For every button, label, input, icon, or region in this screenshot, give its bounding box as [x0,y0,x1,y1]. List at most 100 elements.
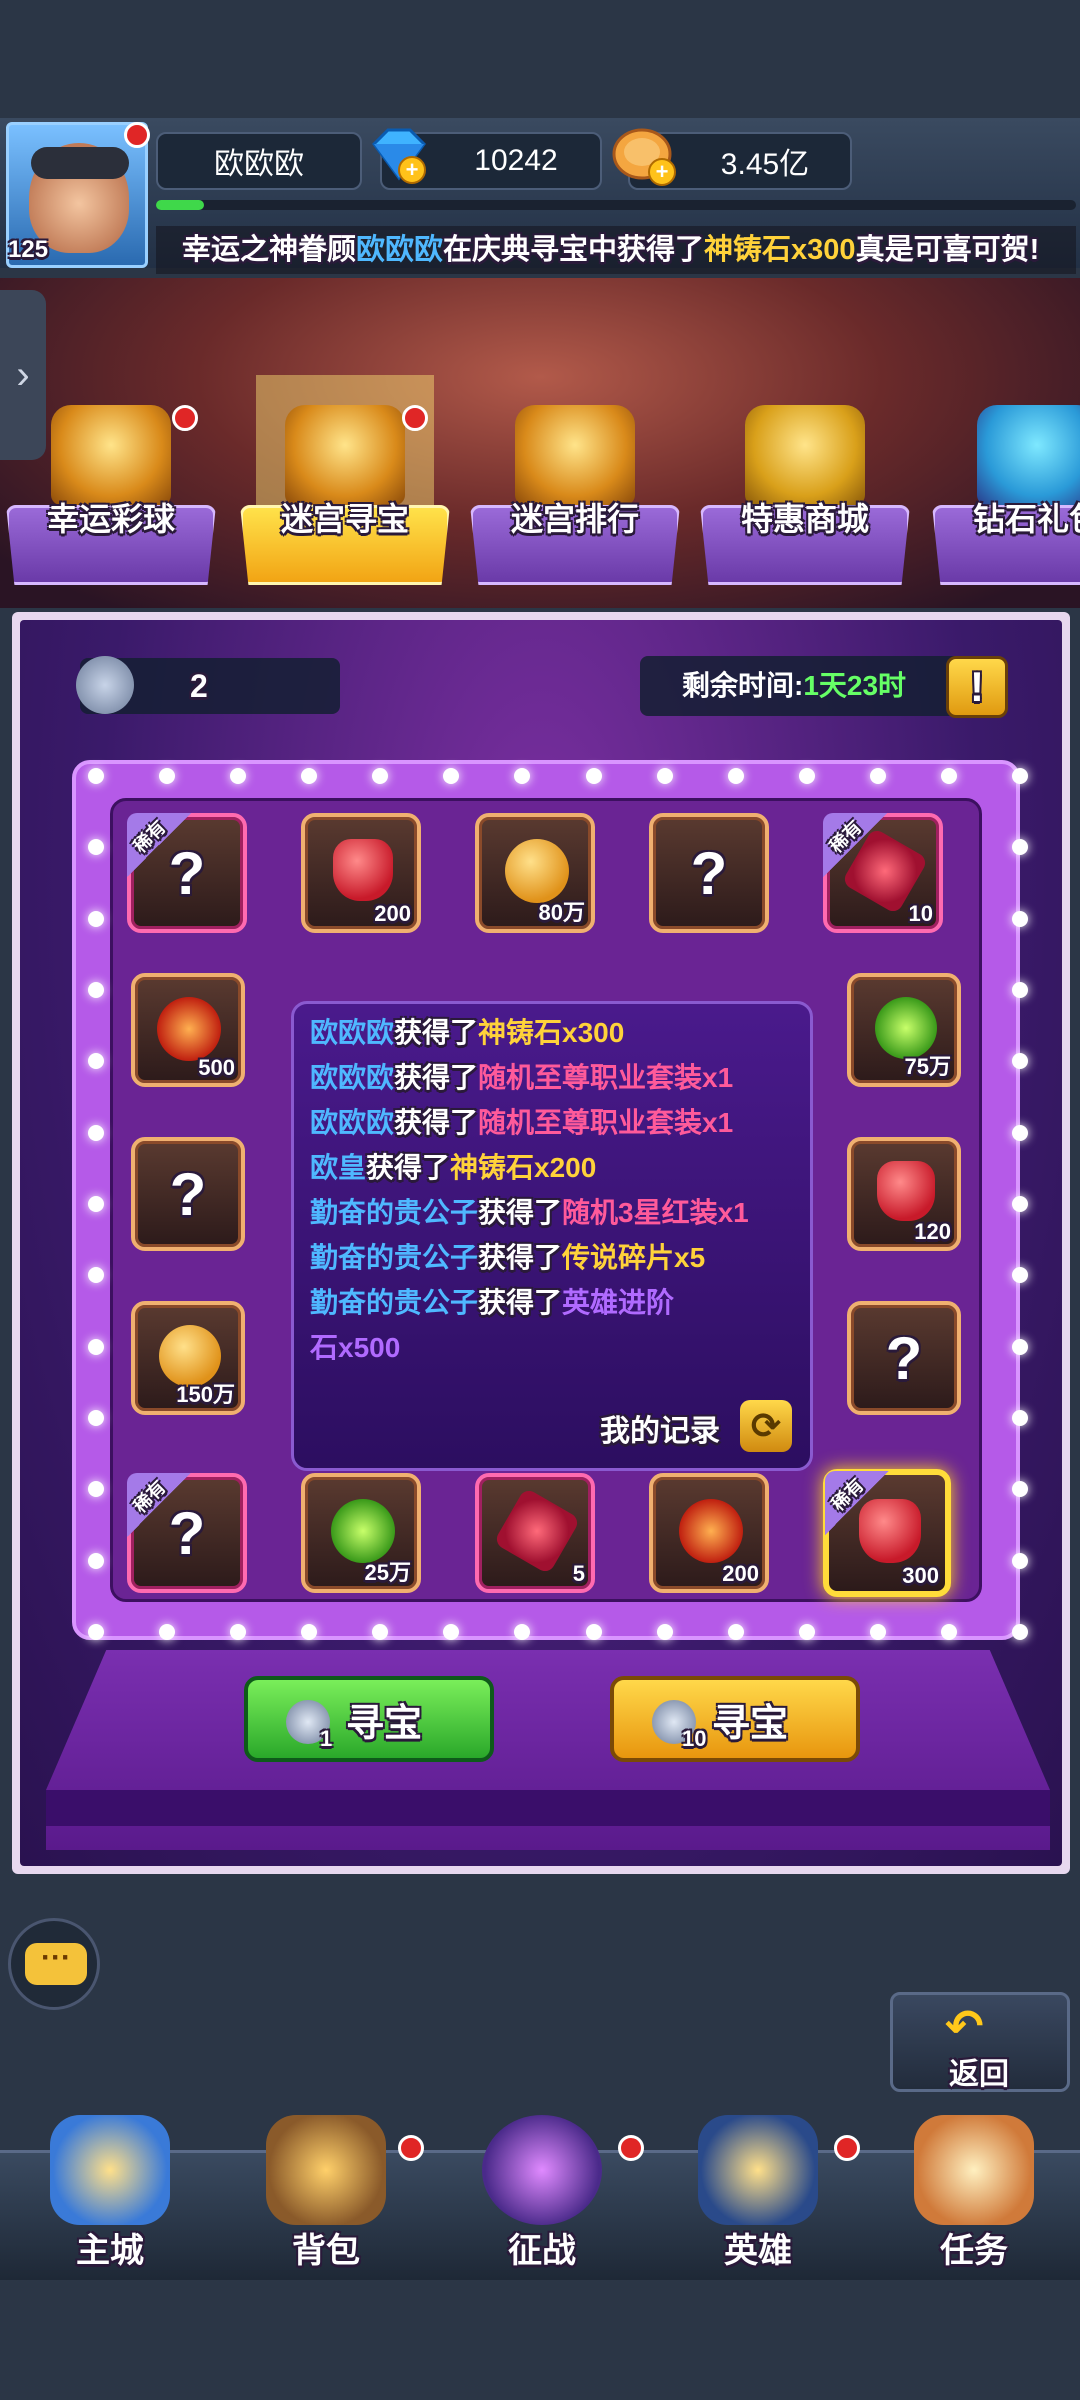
reward-cell-swirl-orb[interactable]: 200 [649,1473,769,1593]
treasure-panel-inner: 2 剩余时间:1天23时 ! ?稀有 200 80万 ? 稀有10 500 ? … [20,620,1062,1866]
nav-campaign[interactable]: 征战 [442,2105,644,2275]
lucky-ball-chest-icon [51,405,171,505]
nav-heroes[interactable]: 英雄 [658,2105,860,2275]
question-mark-icon: ? [169,1160,207,1228]
light-bulb [585,768,602,784]
search-once-count: 1 [320,1726,333,1751]
reward-cell-red-gem-rare-selected[interactable]: 稀有 300 [823,1469,951,1597]
search-ten-count: 10 [682,1726,707,1751]
broadcast-mid: 在庆典寻宝中获得了 [443,234,705,266]
gold-coin-plus-icon[interactable]: + [610,124,680,190]
search-ten-button[interactable]: 10 寻宝 [610,1676,860,1762]
nav-notification-dot [834,2135,860,2161]
nav-label: 征战 [508,2232,576,2270]
tab-maze-treasure[interactable]: 迷宫寻宝 [240,375,450,585]
tab-diamond-pack[interactable]: 钻石礼包 [932,385,1080,585]
player-name: 欧欧欧 [214,148,304,181]
time-label: 剩余时间: [682,670,804,701]
pickaxe-icon [76,656,134,714]
reward-cell-mystery[interactable]: ? [131,1137,245,1251]
player-name-box: 欧欧欧 [156,132,362,190]
light-bulb [88,1552,104,1569]
special-shop-chest-icon [745,405,865,505]
log-line: 石x500 [310,1332,401,1363]
rare-tag: 稀有 [823,813,887,877]
light-bulb [798,1624,815,1640]
reward-count: 120 [914,1219,951,1244]
reward-cell-divine-stone-rare[interactable]: 稀有 10 [823,813,943,933]
key-count: 2 [190,668,208,704]
exp-bar-fill [156,200,204,210]
dragon-icon [482,2115,602,2225]
reward-cell-mystery-rare[interactable]: ?稀有 [127,813,247,933]
maze-ranking-chest-icon [515,405,635,505]
search-once-button[interactable]: 1 寻宝 [244,1676,494,1762]
reward-cell-mystery[interactable]: ? [847,1301,961,1415]
back-button[interactable]: ↶ 返回 [890,1992,1070,2092]
light-bulb [1012,982,1028,998]
rare-tag: 稀有 [825,1471,889,1535]
light-bulb [88,1338,104,1355]
light-bulb [869,768,886,784]
log-line: 欧欧欧获得了随机至尊职业套装x1 [310,1107,734,1138]
light-bulb [1012,1338,1028,1355]
swirl-orb-icon [679,1499,743,1563]
broadcast-item: 神铸石x300 [704,234,856,266]
nav-tasks[interactable]: 任务 [874,2105,1074,2275]
tab-lucky-ball[interactable]: 幸运彩球 [6,385,216,585]
tab-notification-dot [402,405,428,431]
swirl-orb-icon [157,997,221,1061]
tab-maze-ranking[interactable]: 迷宫排行 [470,385,680,585]
light-bulb [585,1624,602,1640]
light-bulb [1012,1410,1028,1426]
reward-count: 10 [908,901,933,926]
light-bulb [940,768,957,784]
reward-count: 500 [198,1055,235,1080]
reward-cell-divine-stone[interactable]: 5 [475,1473,595,1593]
tab-special-shop[interactable]: 特惠商城 [700,385,910,585]
tab-label: 迷宫寻宝 [280,501,409,537]
light-bulb [88,1196,104,1212]
light-bulb [1012,910,1028,927]
rare-tag: 稀有 [127,813,191,877]
light-bulb [1012,1124,1028,1141]
reward-cell-mystery[interactable]: ? [649,813,769,933]
key-count-box: 2 [76,656,340,714]
light-bulb [798,768,815,784]
gem-count: 10242 [474,144,558,177]
avatar-notification-dot [124,122,150,148]
reward-count: 200 [722,1561,759,1586]
reward-count: 200 [374,901,411,926]
nav-main-city[interactable]: 主城 [10,2105,210,2275]
light-bulb [1012,1624,1028,1640]
chat-button[interactable]: ··· [8,1918,100,2010]
light-bulb [727,768,744,784]
log-line: 勤奋的贵公子获得了英雄进阶 [310,1287,675,1318]
reward-cell-red-gem[interactable]: 120 [847,1137,961,1251]
reward-cell-green-orb[interactable]: 25万 [301,1473,421,1593]
reward-cell-gold-coin[interactable]: 80万 [475,813,595,933]
reward-cell-green-orb[interactable]: 75万 [847,973,961,1087]
refresh-icon[interactable]: ⟳ [740,1400,792,1452]
reward-cell-swirl-orb[interactable]: 500 [131,973,245,1087]
reward-cell-red-gem[interactable]: 200 [301,813,421,933]
board-stage-edge [46,1790,1050,1826]
light-bulb [656,768,673,784]
diamond-plus-icon[interactable]: + [364,124,434,188]
svg-text:+: + [656,159,669,184]
chat-bubble-icon: ··· [25,1943,87,1985]
reward-cell-mystery-rare[interactable]: ?稀有 [127,1473,247,1593]
broadcast-player: 欧欧欧 [356,234,444,266]
info-alert-button[interactable]: ! [946,656,1008,718]
my-record-label[interactable]: 我的记录 [600,1406,720,1450]
log-line: 欧皇获得了神铸石x200 [310,1152,597,1183]
tab-label: 特惠商城 [740,501,869,537]
divine-stone-icon [493,1487,581,1575]
light-bulb [1012,1196,1028,1212]
light-bulb [88,982,104,998]
tab-label: 钻石礼包 [972,501,1080,537]
gold-count: 3.45亿 [720,148,810,181]
log-line: 勤奋的贵公子获得了传说碎片x5 [310,1242,706,1273]
nav-backpack[interactable]: 背包 [226,2105,426,2275]
reward-cell-gold-coin[interactable]: 150万 [131,1301,245,1415]
